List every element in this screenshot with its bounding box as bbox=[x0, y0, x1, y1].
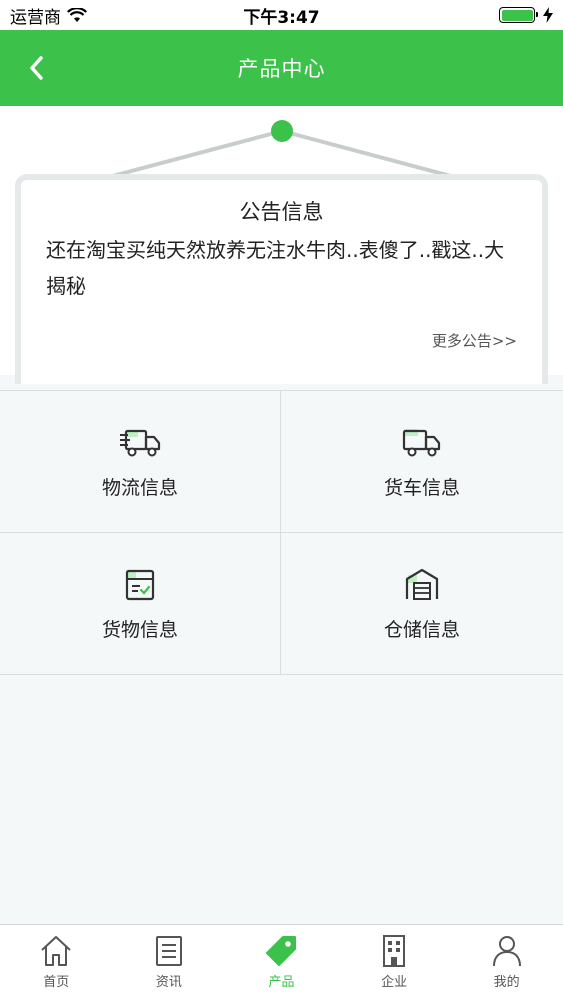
notice-pin-icon bbox=[271, 120, 293, 142]
notice-board: 公告信息 还在淘宝买纯天然放养无注水牛肉..表傻了..戳这..大揭秘 更多公告>… bbox=[0, 106, 563, 384]
home-icon bbox=[41, 936, 71, 966]
nav-header: 产品中心 bbox=[0, 30, 563, 106]
tab-home[interactable]: 首页 bbox=[0, 925, 113, 1000]
truck-icon bbox=[402, 429, 441, 457]
tab-label: 首页 bbox=[43, 975, 70, 990]
more-notices-link[interactable]: 更多公告>> bbox=[432, 330, 517, 351]
grid-item-logistics[interactable]: 物流信息 bbox=[0, 391, 281, 533]
status-bar: 运营商 下午3:47 bbox=[0, 0, 563, 30]
tab-news[interactable]: 资讯 bbox=[113, 925, 226, 1000]
page-title: 产品中心 bbox=[237, 57, 326, 81]
grid-label: 货物信息 bbox=[101, 619, 178, 641]
wifi-icon bbox=[67, 7, 87, 22]
product-grid: 物流信息 货车信息 货物信息 仓储信息 bbox=[0, 390, 563, 675]
grid-item-cargo[interactable]: 货物信息 bbox=[0, 533, 281, 675]
building-icon bbox=[383, 935, 406, 967]
tab-products[interactable]: 产品 bbox=[225, 925, 338, 1000]
user-icon bbox=[492, 936, 521, 967]
chevron-left-icon bbox=[30, 56, 43, 80]
battery-icon bbox=[499, 7, 538, 23]
charging-bolt-icon bbox=[543, 7, 553, 23]
back-button[interactable] bbox=[18, 50, 54, 86]
tab-bar: 首页 资讯 产品 企业 我的 bbox=[0, 924, 563, 1000]
tab-mine[interactable]: 我的 bbox=[450, 925, 563, 1000]
tab-label: 企业 bbox=[381, 975, 408, 990]
warehouse-icon bbox=[405, 568, 439, 600]
tab-label: 资讯 bbox=[155, 975, 182, 990]
news-icon bbox=[155, 936, 182, 966]
grid-item-warehouse[interactable]: 仓储信息 bbox=[281, 533, 563, 675]
tab-label: 产品 bbox=[268, 975, 295, 990]
grid-label: 货车信息 bbox=[383, 477, 460, 499]
grid-label: 仓储信息 bbox=[383, 619, 460, 641]
status-right bbox=[499, 7, 553, 23]
tag-icon bbox=[266, 936, 297, 966]
grid-item-truck[interactable]: 货车信息 bbox=[281, 391, 563, 533]
status-left: 运营商 bbox=[10, 3, 87, 28]
grid-label: 物流信息 bbox=[101, 477, 178, 499]
tab-label: 我的 bbox=[493, 975, 520, 990]
carrier-label: 运营商 bbox=[10, 7, 61, 28]
logistics-truck-icon bbox=[120, 429, 161, 457]
tab-company[interactable]: 企业 bbox=[338, 925, 451, 1000]
cargo-box-icon bbox=[125, 569, 155, 601]
notice-text[interactable]: 还在淘宝买纯天然放养无注水牛肉..表傻了..戳这..大揭秘 bbox=[46, 232, 517, 304]
